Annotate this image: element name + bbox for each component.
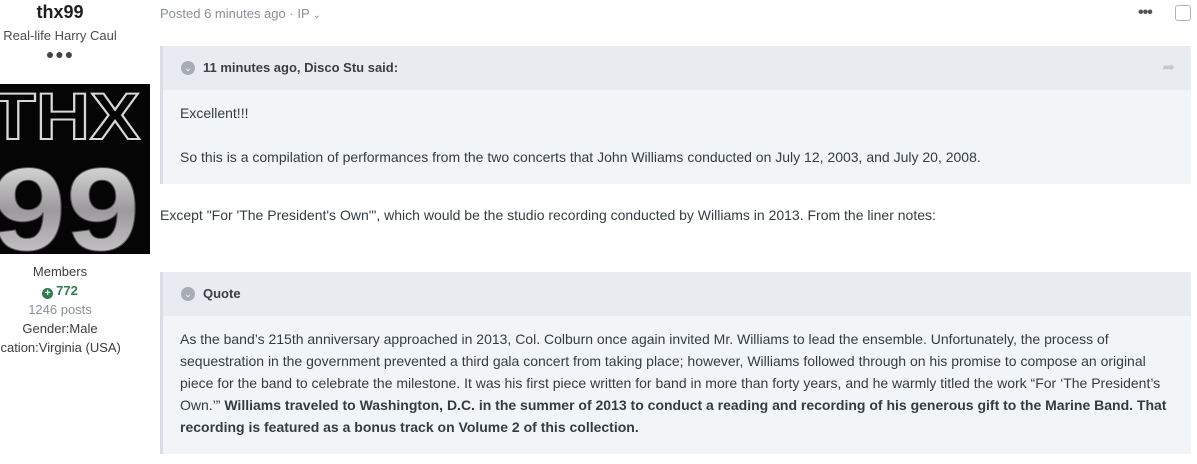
quote-block: ⌄ 11 minutes ago, Disco Stu said: ➦ Exce… <box>160 46 1191 184</box>
meta-separator: · <box>289 6 294 21</box>
avatar-text-top: THX <box>0 84 140 153</box>
chevron-down-icon: ⌄ <box>312 10 322 21</box>
quote-block: ⌄ Quote As the band’s 215th anniversary … <box>160 272 1191 454</box>
post-timestamp[interactable]: Posted 6 minutes ago <box>160 6 286 21</box>
quote-paragraph: As the band’s 215th anniversary approach… <box>180 328 1173 438</box>
share-icon[interactable]: ➦ <box>1162 58 1175 76</box>
chevron-down-icon[interactable]: ⌄ <box>181 287 195 301</box>
multi-select-checkbox[interactable] <box>1175 5 1191 21</box>
quote-content: As the band’s 215th anniversary approach… <box>163 316 1191 450</box>
author-name[interactable]: thx99 <box>0 2 120 23</box>
plus-circle-icon: + <box>42 288 54 299</box>
avatar-text-bottom: 99 <box>0 144 140 254</box>
post-meta: Posted 6 minutes ago · IP ⌄ <box>160 6 321 21</box>
member-group: Members <box>32 264 88 279</box>
reputation-badge[interactable]: +772 <box>0 283 130 299</box>
quote-content: Excellent!!! So this is a compilation of… <box>163 90 1191 180</box>
author-title: Real-life Harry Caul <box>3 28 117 43</box>
avatar[interactable]: THX 99 <box>0 84 150 254</box>
quote-citation[interactable]: 11 minutes ago, Disco Stu said: <box>203 60 398 75</box>
author-gender: Gender:Male <box>22 321 98 336</box>
post-count[interactable]: 1246 posts <box>0 302 130 317</box>
ip-label: IP <box>297 6 310 21</box>
more-icon[interactable]: ••• <box>1138 4 1153 22</box>
quote-header[interactable]: ⌄ 11 minutes ago, Disco Stu said: ➦ <box>163 46 1191 90</box>
quote-citation: Quote <box>203 286 241 301</box>
chevron-down-icon[interactable]: ⌄ <box>181 61 195 75</box>
avatar-image: THX 99 <box>0 84 150 254</box>
quote-line: So this is a compilation of performances… <box>180 149 981 165</box>
rank-dots: ●●● <box>45 46 75 62</box>
ip-button[interactable]: IP ⌄ <box>297 6 321 21</box>
quote-header[interactable]: ⌄ Quote <box>163 272 1191 316</box>
reputation-count: 772 <box>56 283 78 298</box>
quote-text-bold: Williams traveled to Washington, D.C. in… <box>180 397 1167 435</box>
quote-line: Excellent!!! <box>180 105 249 121</box>
author-location: Location:Virginia (USA) <box>0 340 121 355</box>
post-body-text: Except "For 'The President's Own'", whic… <box>160 207 936 223</box>
